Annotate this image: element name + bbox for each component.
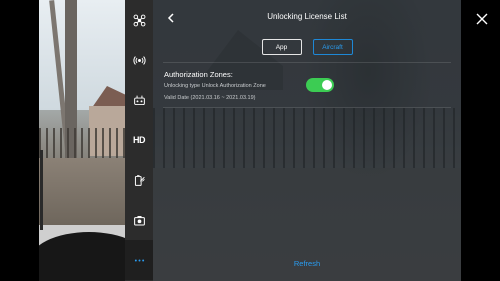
post [40,150,43,230]
sidebar-item-remote[interactable] [125,80,153,120]
refresh-button[interactable]: Refresh [153,259,461,268]
zones-valid-date: Valid Date (2021.03.16 ~ 2021.03.19) [164,95,256,101]
drone-icon [133,14,145,26]
close-icon[interactable] [475,12,489,26]
sidebar-item-hd[interactable]: HD [125,120,153,160]
divider [163,107,451,108]
hd-icon: HD [133,135,146,145]
sidebar-item-signal[interactable] [125,40,153,80]
signal-icon [132,55,146,65]
sidebar-item-aircraft[interactable] [125,0,153,40]
page-title: Unlocking License List [267,12,347,21]
left-letterbox [0,0,39,281]
fence [39,128,125,160]
divider [163,62,451,63]
zones-unlock-type: Unlocking type Unlock Authorization Zone [164,83,266,89]
right-letterbox [461,0,500,281]
unlocking-license-panel: Unlocking License List App Aircraft Auth… [153,0,461,281]
zones-title: Authorization Zones: [164,70,233,79]
battery-icon [134,174,145,186]
remote-controller-icon [133,95,145,105]
tab-aircraft[interactable]: Aircraft [312,39,353,55]
zone-enable-switch[interactable] [306,78,334,92]
sidebar-item-camera[interactable] [125,200,153,240]
tab-app[interactable]: App [261,39,302,55]
shadow [39,232,125,281]
settings-sidebar: HD [125,0,153,281]
camera-icon [133,215,145,225]
source-toggle: App Aircraft [153,39,461,55]
camera-live-view [39,0,125,281]
switch-knob [322,80,332,90]
sidebar-item-battery[interactable] [125,160,153,200]
ground [39,158,125,228]
more-icon [134,259,144,261]
sidebar-item-more[interactable] [125,240,153,280]
